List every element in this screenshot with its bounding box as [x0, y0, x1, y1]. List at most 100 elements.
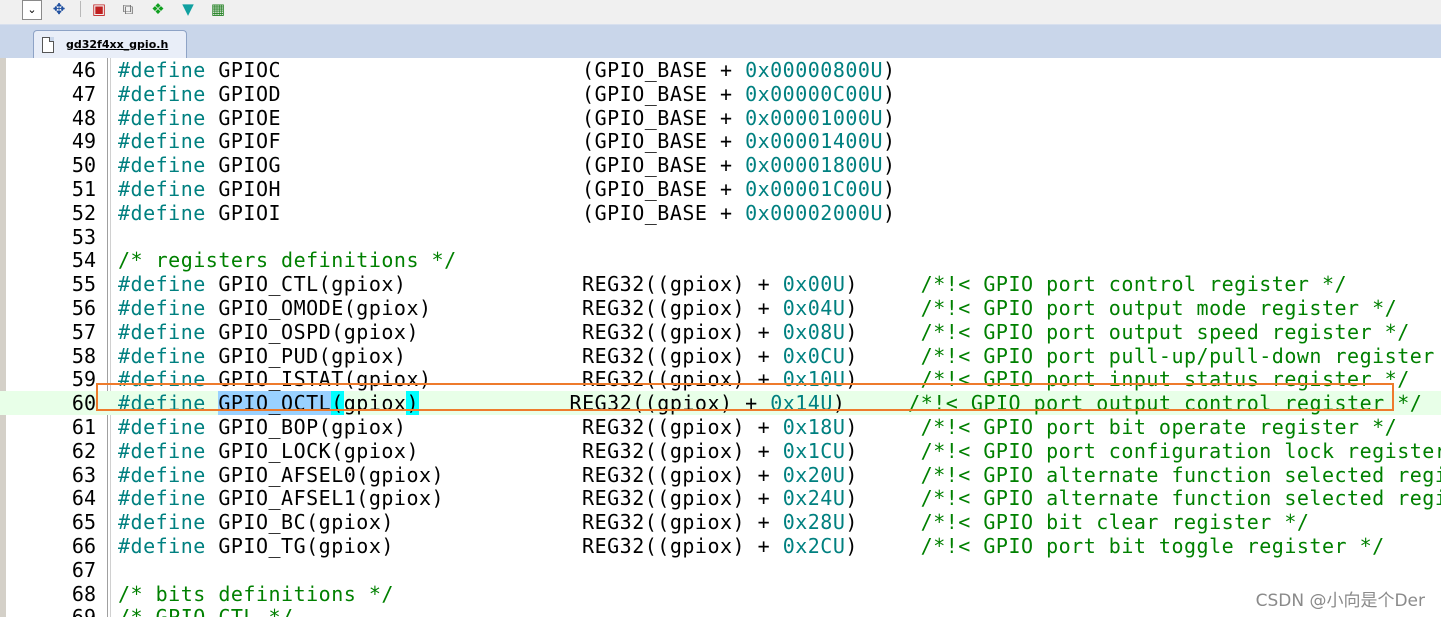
code-number: 0x18U: [782, 415, 846, 439]
code-keyword: #define: [118, 486, 206, 511]
line-number: 67: [71, 557, 96, 582]
code-line[interactable]: 61 #define GPIO_BOP(gpiox) REG32((gpiox) …: [0, 415, 1441, 439]
code-token: GPIO_BC(gpiox) REG32((gpiox) +: [205, 510, 783, 535]
code-number: 0x00U: [782, 272, 846, 297]
diamond-icon[interactable]: ❖: [147, 0, 169, 18]
line-number: 62: [71, 438, 96, 463]
code-line[interactable]: 57 #define GPIO_OSPD(gpiox) REG32((gpiox)…: [0, 320, 1441, 344]
tab-label: gd32f4xx_gpio.h: [66, 38, 169, 51]
code-line[interactable]: 63 #define GPIO_AFSEL0(gpiox) REG32((gpio…: [0, 463, 1441, 487]
code-keyword: #define: [118, 153, 206, 178]
line-number: 61: [71, 415, 96, 439]
code-text: /* GPIO_CTL */: [118, 605, 294, 617]
code-comment: /*!< GPIO port bit toggle register */: [920, 534, 1385, 558]
code-line[interactable]: 52 #define GPIOI (GPIO_BASE + 0x00002000U…: [0, 201, 1441, 225]
code-line[interactable]: 53: [0, 225, 1441, 249]
code-text: #define GPIOH (GPIO_BASE + 0x00001C00U): [118, 177, 896, 201]
code-token: ): [883, 200, 896, 225]
code-text: #define GPIOD (GPIO_BASE + 0x00000C00U): [118, 82, 896, 106]
code-keyword: #define: [118, 462, 206, 487]
code-comment: /*!< GPIO port control register */: [920, 272, 1348, 297]
code-keyword: #define: [118, 58, 206, 82]
multi-project-icon[interactable]: ▦: [207, 0, 229, 18]
code-keyword: #define: [118, 415, 206, 439]
file-tab-bar: gd32f4xx_gpio.h: [0, 24, 1441, 58]
code-comment: /*!< GPIO alternate function selected re…: [920, 486, 1441, 511]
code-line[interactable]: 56 #define GPIO_OMODE(gpiox) REG32((gpiox…: [0, 296, 1441, 320]
code-line[interactable]: 46 #define GPIOC (GPIO_BASE + 0x00000800U…: [0, 58, 1441, 82]
code-token: ): [845, 486, 921, 511]
code-line[interactable]: 58 #define GPIO_PUD(gpiox) REG32((gpiox) …: [0, 344, 1441, 368]
code-comment: /*!< GPIO port output mode register */: [920, 296, 1398, 320]
code-text: #define GPIO_CTL(gpiox) REG32((gpiox) + …: [118, 272, 1347, 296]
code-line[interactable]: 64 #define GPIO_AFSEL1(gpiox) REG32((gpio…: [0, 486, 1441, 510]
code-line[interactable]: 47 #define GPIOD (GPIO_BASE + 0x00000C00U…: [0, 82, 1441, 106]
code-comment: /*!< GPIO port configuration lock regist…: [920, 438, 1441, 463]
dropdown-arrow-icon[interactable]: ⌄: [22, 0, 42, 20]
code-keyword: #define: [118, 438, 206, 463]
code-comment: /*!< GPIO port pull-up/pull-down registe…: [920, 343, 1441, 368]
code-token: GPIO_LOCK(gpiox) REG32((gpiox) +: [205, 438, 783, 463]
code-comment: /* registers definitions */: [118, 248, 457, 273]
code-token: ): [883, 105, 896, 130]
code-token: GPIO_AFSEL1(gpiox) REG32((gpiox) +: [205, 486, 783, 511]
line-number: 52: [71, 200, 96, 225]
code-number: 0x0CU: [782, 343, 846, 368]
code-text: #define GPIO_TG(gpiox) REG32((gpiox) + 0…: [118, 534, 1385, 558]
code-number: 0x28U: [782, 510, 846, 535]
code-token: GPIO_PUD(gpiox) REG32((gpiox) +: [205, 343, 783, 368]
code-line[interactable]: 66 #define GPIO_TG(gpiox) REG32((gpiox) +…: [0, 534, 1441, 558]
code-token: ): [845, 296, 921, 320]
code-line[interactable]: 51 #define GPIOH (GPIO_BASE + 0x00001C00U…: [0, 177, 1441, 201]
code-text: #define GPIO_PUD(gpiox) REG32((gpiox) + …: [118, 344, 1441, 368]
tab-gd32f4xx-gpio-h[interactable]: gd32f4xx_gpio.h: [33, 30, 187, 58]
code-token: GPIO_OSPD(gpiox) REG32((gpiox) +: [205, 319, 783, 344]
component-icon[interactable]: ▣: [88, 0, 110, 18]
line-number: 50: [71, 153, 96, 178]
code-keyword: #define: [118, 81, 206, 106]
code-line[interactable]: 50 #define GPIOG (GPIO_BASE + 0x00001800U…: [0, 153, 1441, 177]
code-keyword: #define: [118, 129, 206, 154]
code-number: 0x2CU: [782, 534, 846, 558]
code-token: ): [845, 343, 921, 368]
code-line[interactable]: 68 /* bits definitions */: [0, 582, 1441, 606]
code-line[interactable]: 62 #define GPIO_LOCK(gpiox) REG32((gpiox)…: [0, 439, 1441, 463]
code-text: #define GPIO_AFSEL0(gpiox) REG32((gpiox)…: [118, 463, 1441, 487]
arrow-down-icon[interactable]: ▼: [177, 0, 199, 18]
code-token: ): [845, 438, 921, 463]
code-text: #define GPIOE (GPIO_BASE + 0x00001000U): [118, 106, 896, 130]
code-token: GPIOF (GPIO_BASE +: [205, 129, 746, 154]
copy-files-icon[interactable]: ⧉: [117, 0, 139, 18]
magic-wand-icon[interactable]: ✥: [47, 0, 71, 18]
code-line[interactable]: 65 #define GPIO_BC(gpiox) REG32((gpiox) +…: [0, 510, 1441, 534]
code-line[interactable]: 48 #define GPIOE (GPIO_BASE + 0x00001000U…: [0, 106, 1441, 130]
code-token: ): [883, 153, 896, 178]
code-number: 0x00000C00U: [745, 81, 884, 106]
code-text: /* bits definitions */: [118, 582, 394, 606]
code-number: 0x00001800U: [745, 153, 884, 178]
code-keyword: #define: [118, 296, 206, 320]
code-text: #define GPIO_AFSEL1(gpiox) REG32((gpiox)…: [118, 486, 1441, 510]
code-token: GPIO_OMODE(gpiox) REG32((gpiox) +: [205, 296, 783, 320]
code-text: #define GPIO_OMODE(gpiox) REG32((gpiox) …: [118, 296, 1397, 320]
line-number: 63: [71, 462, 96, 487]
code-line[interactable]: 67: [0, 558, 1441, 582]
line-number: 60: [71, 391, 96, 416]
code-editor[interactable]: 46 #define GPIOC (GPIO_BASE + 0x00000800U…: [0, 58, 1441, 617]
code-line[interactable]: 55 #define GPIO_CTL(gpiox) REG32((gpiox) …: [0, 272, 1441, 296]
code-number: 0x00002000U: [745, 200, 884, 225]
line-number: 68: [71, 581, 96, 606]
line-number: 53: [71, 224, 96, 249]
code-line[interactable]: 69 /* GPIO_CTL */: [0, 605, 1441, 617]
watermark: CSDN @小向是个Der: [1255, 591, 1425, 611]
line-number: 69: [6, 605, 96, 617]
code-line[interactable]: 49 #define GPIOF (GPIO_BASE + 0x00001400U…: [0, 129, 1441, 153]
code-number: 0x08U: [782, 319, 846, 344]
toolbar-separator: [80, 1, 81, 17]
line-number: 58: [71, 343, 96, 368]
file-icon: [42, 36, 54, 53]
code-number: 0x20U: [782, 462, 846, 487]
line-number: 47: [71, 81, 96, 106]
code-line[interactable]: 54 /* registers definitions */: [0, 248, 1441, 272]
code-comment: /*!< GPIO bit clear register */: [920, 510, 1310, 535]
